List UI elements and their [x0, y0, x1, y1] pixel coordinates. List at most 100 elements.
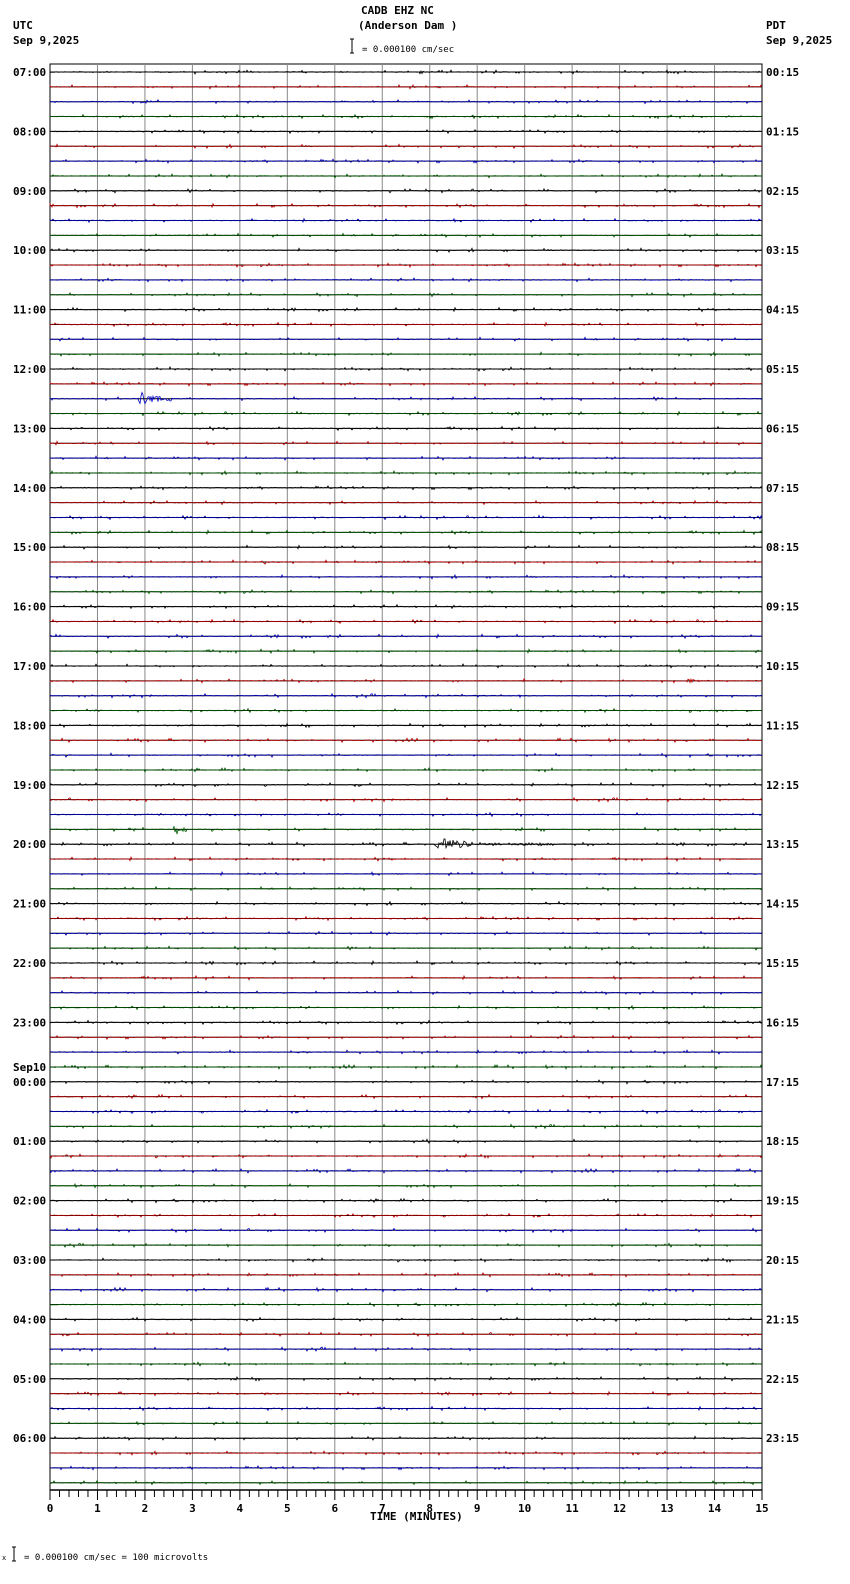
seismic-trace — [49, 173, 763, 179]
seismic-trace — [49, 960, 763, 966]
seismic-trace — [49, 1093, 763, 1100]
pdt-hour-label: 11:15 — [766, 719, 799, 732]
seismic-trace — [49, 677, 763, 684]
utc-hour-label: 16:00 — [13, 601, 46, 614]
seismic-trace — [49, 277, 762, 283]
seismic-trace — [49, 1375, 763, 1382]
utc-hour-label: 18:00 — [13, 719, 46, 732]
seismic-trace — [49, 1331, 762, 1338]
plot-grid — [49, 63, 763, 1491]
utc-hour-label: 10:00 — [13, 244, 46, 257]
utc-hour-label: 15:00 — [13, 541, 46, 554]
pdt-hour-label: 14:15 — [766, 898, 799, 911]
x-tick-label: 2 — [142, 1502, 149, 1515]
seismic-trace — [49, 69, 763, 75]
seismic-trace — [49, 158, 763, 164]
seismic-trace — [49, 336, 762, 342]
x-tick-label: 5 — [284, 1502, 291, 1515]
seismic-trace — [49, 351, 762, 357]
x-tick-label: 10 — [518, 1502, 531, 1515]
seismic-trace — [49, 871, 763, 877]
utc-hour-label: 13:00 — [13, 422, 46, 435]
seismic-trace — [49, 391, 763, 405]
pdt-hour-label: 10:15 — [766, 660, 799, 673]
pdt-hour-label: 01:15 — [766, 125, 799, 138]
right-date: Sep 9,2025 — [766, 34, 832, 47]
utc-hour-label: 02:00 — [13, 1195, 46, 1208]
seismic-trace — [49, 1197, 763, 1204]
utc-hour-label: 00:00 — [13, 1076, 46, 1089]
x-tick-label: 13 — [660, 1502, 673, 1515]
utc-hour-label: 19:00 — [13, 779, 46, 792]
pdt-hour-label: 13:15 — [766, 838, 799, 851]
seismic-trace — [49, 529, 763, 536]
x-axis-label: TIME (MINUTES) — [370, 1510, 463, 1523]
x-tick-label: 3 — [189, 1502, 196, 1515]
utc-hour-label: 17:00 — [13, 660, 46, 673]
seismic-trace — [49, 767, 763, 773]
utc-hour-label: 07:00 — [13, 66, 46, 79]
x-tick-label: 6 — [331, 1502, 338, 1515]
seismic-trace — [50, 1450, 763, 1456]
utc-hour-label: 03:00 — [13, 1254, 46, 1267]
pdt-hour-label: 18:15 — [766, 1135, 799, 1148]
pdt-hour-label: 08:15 — [766, 541, 799, 554]
pdt-hour-label: 20:15 — [766, 1254, 799, 1267]
seismic-trace — [49, 187, 763, 194]
seismic-trace — [49, 618, 763, 625]
pdt-hour-label: 03:15 — [766, 244, 799, 257]
seismic-trace — [49, 603, 763, 610]
right-timezone: PDT — [766, 19, 786, 32]
seismic-trace — [49, 838, 763, 850]
seismic-trace — [49, 1271, 763, 1278]
seismic-trace — [49, 930, 763, 936]
seismic-trace — [49, 589, 763, 595]
seismic-trace — [49, 306, 763, 313]
pdt-hour-label: 07:15 — [766, 482, 799, 495]
pdt-hour-label: 15:15 — [766, 957, 799, 970]
seismic-trace — [49, 1435, 763, 1441]
seismic-trace — [49, 262, 763, 268]
footer-scale-note: = 0.000100 cm/sec = 100 microvolts — [24, 1553, 208, 1563]
seismic-trace — [49, 381, 763, 387]
seismic-trace — [49, 573, 763, 580]
seismic-trace — [49, 291, 763, 298]
pdt-hour-label: 04:15 — [766, 304, 799, 317]
seismic-trace — [49, 752, 763, 759]
seismic-trace — [49, 514, 763, 521]
seismic-trace — [49, 1316, 763, 1323]
seismic-trace — [49, 99, 763, 105]
seismic-trace — [49, 232, 763, 239]
seismic-trace — [49, 559, 763, 565]
seismic-trace — [49, 707, 763, 714]
left-date: Sep 9,2025 — [13, 34, 79, 47]
utc-hour-label: 04:00 — [13, 1313, 46, 1326]
seismic-trace — [49, 1182, 763, 1189]
seismic-trace — [49, 1242, 763, 1249]
left-timezone: UTC — [13, 19, 33, 32]
utc-hour-label: 22:00 — [13, 957, 46, 970]
seismic-trace — [49, 722, 763, 729]
seismic-trace — [49, 83, 763, 90]
helicorder-plot: CADB EHZ NC (Anderson Dam ) UTC Sep 9,20… — [2, 4, 832, 1563]
seismic-trace — [49, 544, 762, 550]
seismic-trace — [49, 1346, 763, 1353]
x-tick-label: 12 — [613, 1502, 626, 1515]
pdt-hour-label: 22:15 — [766, 1373, 799, 1386]
seismic-trace — [49, 499, 763, 506]
station-location: (Anderson Dam ) — [358, 19, 457, 32]
pdt-hour-label: 02:15 — [766, 185, 799, 198]
seismic-trace — [49, 1004, 763, 1011]
seismic-trace — [49, 811, 763, 818]
seismic-trace — [50, 648, 763, 654]
seismic-trace — [49, 1479, 763, 1486]
station-title: CADB EHZ NC — [361, 4, 434, 17]
seismic-trace — [49, 1361, 763, 1367]
seismic-trace — [49, 217, 763, 224]
utc-hour-label: 11:00 — [13, 304, 46, 317]
seismic-trace — [49, 143, 763, 149]
pdt-hour-label: 16:15 — [766, 1016, 799, 1029]
pdt-hour-label: 05:15 — [766, 363, 799, 376]
seismic-trace — [49, 1390, 763, 1397]
seismic-trace — [49, 470, 763, 476]
